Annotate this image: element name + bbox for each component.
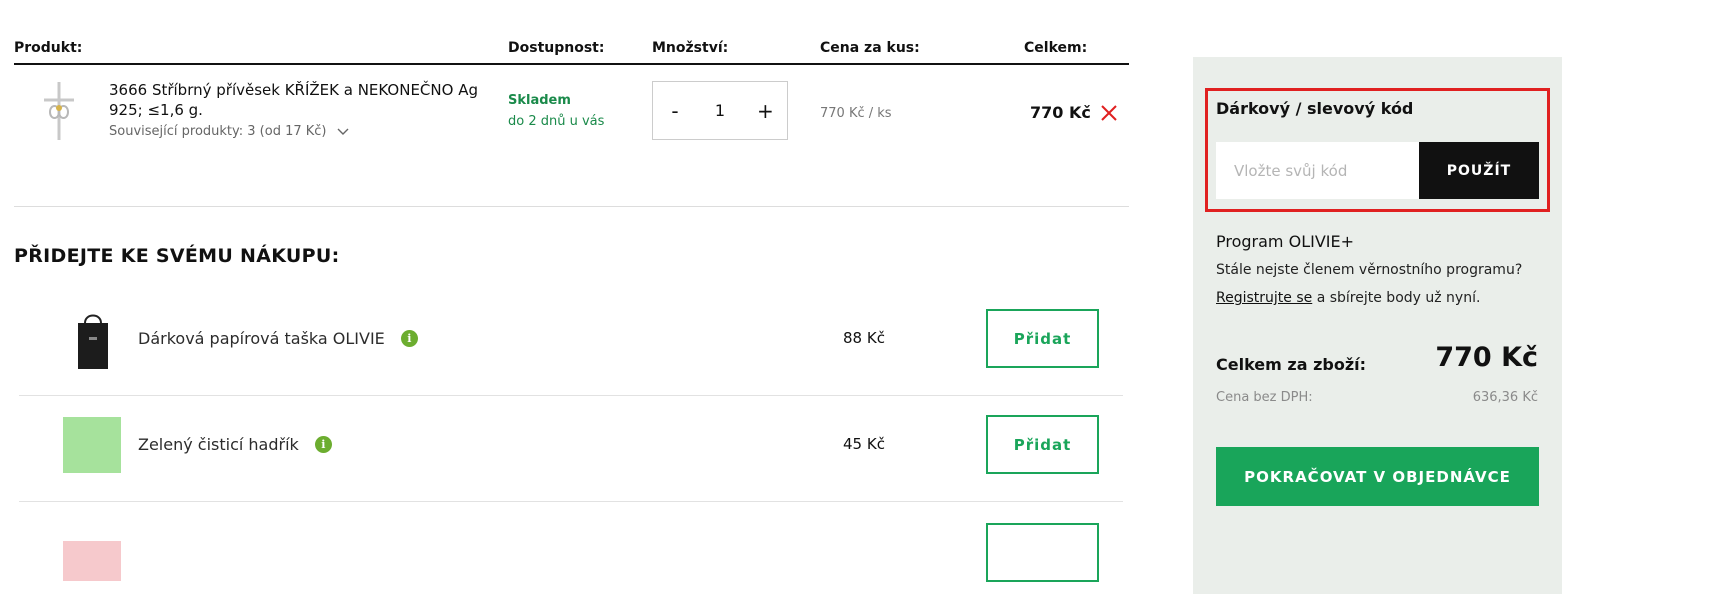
add-item-button[interactable] (986, 523, 1099, 582)
register-link[interactable]: Registrujte se (1216, 290, 1312, 306)
info-icon[interactable]: i (314, 436, 332, 453)
add-cloth-button[interactable]: Přidat (986, 415, 1099, 474)
quantity-value[interactable]: 1 (715, 101, 725, 120)
row-divider (14, 206, 1129, 207)
price-without-vat-label: Cena bez DPH: (1216, 390, 1313, 405)
price-without-vat-value: 636,36 Kč (1472, 390, 1538, 405)
product-name[interactable]: 3666 Stříbrný přívěsek KŘÍŽEK a NEKONEČN… (109, 80, 489, 120)
header-quantity: Množství: (652, 40, 729, 56)
quantity-increase-button[interactable]: + (757, 99, 774, 123)
header-divider (14, 63, 1129, 65)
header-unit-price: Cena za kus: (820, 40, 920, 56)
subtotal-label: Celkem za zboží: (1216, 355, 1367, 374)
item-total: 770 Kč (1030, 103, 1091, 122)
addon-name-text: Dárková papírová taška OLIVIE (138, 329, 385, 348)
quantity-decrease-button[interactable]: - (667, 99, 683, 123)
coupon-input[interactable] (1216, 142, 1419, 199)
list-item: Dárková papírová taška OLIVIE i 88 Kč Př… (19, 291, 1123, 396)
addon-name: Zelený čisticí hadřík i (138, 435, 332, 454)
unit-price: 770 Kč / ks (820, 106, 892, 121)
register-text: a sbírejte body už nyní. (1312, 290, 1481, 306)
delivery-estimate: do 2 dnů u vás (508, 114, 605, 129)
loyalty-program-text: Stále nejste členem věrnostního programu… (1216, 262, 1523, 278)
list-item (19, 503, 1123, 594)
stock-status: Skladem (508, 93, 571, 108)
addon-name-text: Zelený čisticí hadřík (138, 435, 299, 454)
gift-bag-image (63, 309, 123, 369)
header-product: Produkt: (14, 40, 83, 56)
add-gift-bag-button[interactable]: Přidat (986, 309, 1099, 368)
green-cloth-image (63, 415, 123, 475)
close-icon (1101, 105, 1117, 121)
addon-price: 88 Kč (843, 329, 885, 347)
apply-coupon-button[interactable]: POUŽÍT (1419, 142, 1539, 199)
info-icon[interactable]: i (400, 330, 418, 347)
continue-order-button[interactable]: POKRAČOVAT V OBJEDNÁVCE (1216, 447, 1539, 506)
loyalty-register-line: Registrujte se a sbírejte body už nyní. (1216, 290, 1480, 306)
remove-item-button[interactable] (1099, 103, 1119, 123)
header-total: Celkem: (1024, 40, 1088, 56)
addons-title: PŘIDEJTE KE SVÉMU NÁKUPU: (14, 245, 340, 267)
addon-name: Dárková papírová taška OLIVIE i (138, 329, 418, 348)
chevron-down-icon (337, 128, 349, 135)
list-item: Zelený čisticí hadřík i 45 Kč Přidat (19, 397, 1123, 502)
related-products-toggle[interactable]: Související produkty: 3 (od 17 Kč) (109, 124, 349, 139)
pink-cloth-image (63, 521, 123, 581)
quantity-stepper: - 1 + (652, 81, 788, 140)
related-products-label: Související produkty: 3 (od 17 Kč) (109, 124, 327, 139)
header-availability: Dostupnost: (508, 40, 605, 56)
loyalty-program-title: Program OLIVIE+ (1216, 232, 1354, 251)
subtotal-value: 770 Kč (1435, 342, 1538, 373)
coupon-label: Dárkový / slevový kód (1216, 99, 1414, 118)
product-image[interactable] (28, 78, 90, 144)
addon-price: 45 Kč (843, 435, 885, 453)
